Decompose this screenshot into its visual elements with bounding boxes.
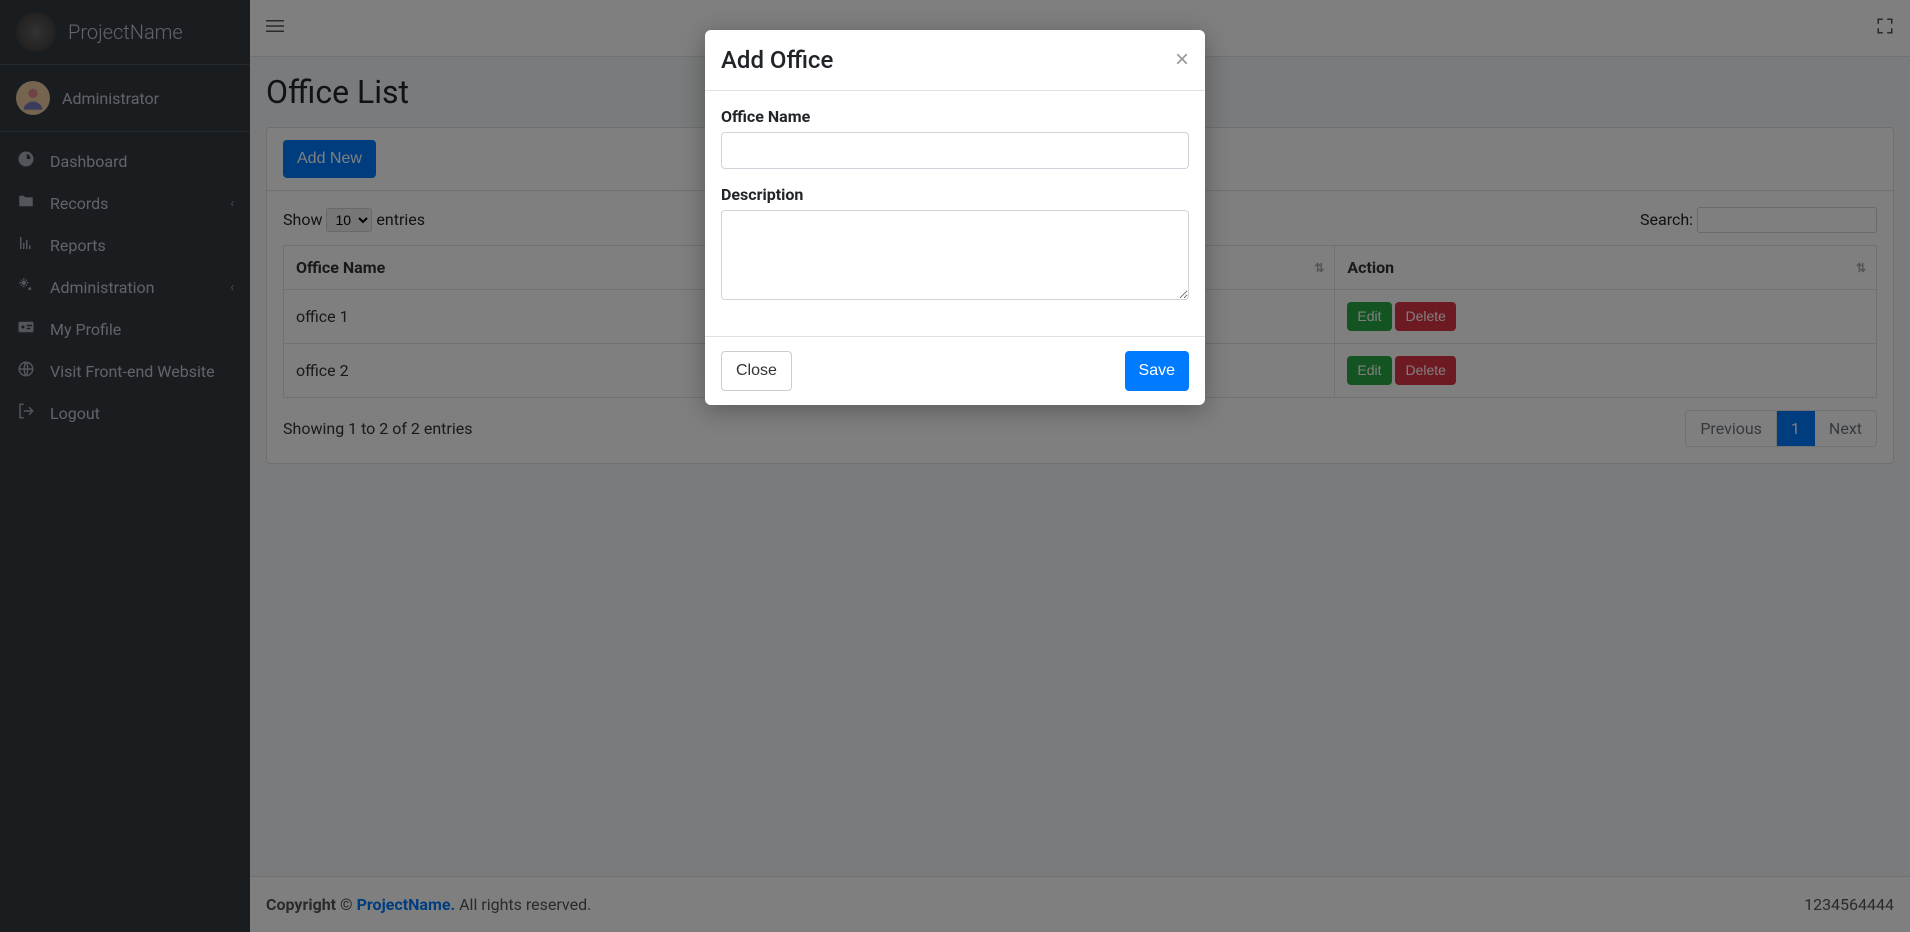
form-group-description: Description bbox=[721, 185, 1189, 304]
save-button[interactable]: Save bbox=[1125, 351, 1189, 391]
modal-title: Add Office bbox=[721, 46, 833, 74]
modal-body: Office Name Description bbox=[705, 91, 1205, 336]
description-label: Description bbox=[721, 185, 1189, 204]
modal-footer: Close Save bbox=[705, 336, 1205, 405]
office-name-input[interactable] bbox=[721, 132, 1189, 169]
close-icon[interactable]: × bbox=[1175, 48, 1189, 72]
add-office-modal: Add Office × Office Name Description Clo… bbox=[705, 30, 1205, 405]
form-group-office-name: Office Name bbox=[721, 107, 1189, 169]
modal-header: Add Office × bbox=[705, 30, 1205, 91]
office-name-label: Office Name bbox=[721, 107, 1189, 126]
close-button[interactable]: Close bbox=[721, 351, 792, 391]
description-textarea[interactable] bbox=[721, 210, 1189, 300]
